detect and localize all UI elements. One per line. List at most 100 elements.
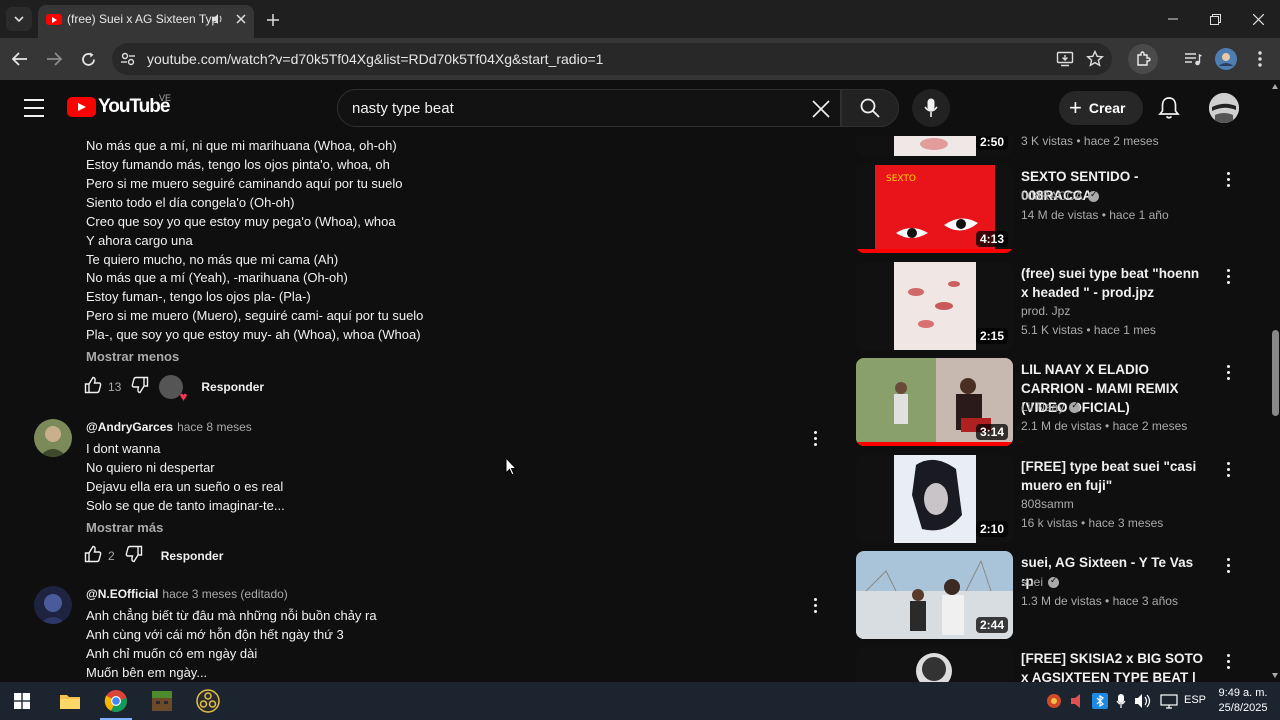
comment-time[interactable]: hace 8 meses	[177, 420, 252, 434]
comment-menu-icon[interactable]	[806, 594, 824, 616]
dislike-icon[interactable]	[125, 545, 143, 568]
app-tray-icon[interactable]	[1046, 693, 1062, 714]
microphone-tray-icon[interactable]	[1116, 693, 1126, 714]
video-thumbnail[interactable]	[856, 647, 1013, 682]
clear-search-icon[interactable]	[808, 96, 834, 122]
comments-section: No más que a mí, ni que mi marihuana (Wh…	[0, 136, 840, 682]
reply-button[interactable]: Responder	[201, 380, 264, 394]
search-input[interactable]: nasty type beat	[337, 89, 841, 127]
video-channel[interactable]: prod. Jpz	[1021, 304, 1070, 318]
network-tray-icon[interactable]	[1160, 693, 1178, 714]
bluetooth-tray-icon[interactable]	[1092, 693, 1108, 714]
video-title[interactable]: [FREE] type beat suei "casi muero en fuj…	[1021, 457, 1206, 495]
recommended-video[interactable]: 3:14 LIL NAAY X ELADIO CARRION - MAMI RE…	[856, 358, 1270, 448]
comment-author[interactable]: @N.EOfficial hace 3 meses (editado)	[86, 587, 288, 601]
scrollbar-thumb[interactable]	[1272, 330, 1279, 416]
profile-avatar[interactable]	[1214, 47, 1238, 71]
reply-button[interactable]: Responder	[161, 549, 224, 563]
voice-search-button[interactable]	[912, 89, 950, 127]
video-title[interactable]: [FREE] SKISIA2 x BIG SOTO x AGSIXTEEN TY…	[1021, 649, 1206, 682]
minimize-button[interactable]	[1151, 0, 1194, 38]
comment-line: Dejavu ella era un sueño o es real	[86, 479, 284, 494]
video-menu-icon[interactable]	[1222, 651, 1234, 671]
page-scrollbar[interactable]	[1270, 80, 1280, 682]
browser-tab-active[interactable]: (free) Suei x AG Sixteen Type Beat	[38, 5, 254, 38]
video-menu-icon[interactable]	[1222, 362, 1234, 382]
video-thumbnail[interactable]: 3:14	[856, 358, 1013, 446]
channel-name[interactable]: Lil Naay	[1021, 400, 1064, 414]
reload-button[interactable]	[76, 47, 100, 71]
speaker-icon[interactable]	[210, 12, 224, 31]
comment-menu-icon[interactable]	[806, 427, 824, 449]
channel-name[interactable]: prod. Jpz	[1021, 304, 1070, 318]
start-button[interactable]	[0, 682, 44, 720]
like-count: 13	[108, 380, 122, 394]
verified-badge-icon	[1088, 189, 1100, 202]
recommended-video[interactable]: 2:10 [FREE] type beat suei "casi muero e…	[856, 455, 1270, 545]
like-icon[interactable]	[84, 376, 102, 399]
volume-tray-icon[interactable]	[1134, 693, 1152, 714]
like-icon[interactable]	[84, 545, 102, 568]
avatar[interactable]	[34, 419, 72, 457]
back-button[interactable]	[8, 47, 32, 71]
show-more-link[interactable]: Mostrar más	[86, 520, 163, 535]
video-channel[interactable]: suei	[1021, 575, 1060, 589]
avatar[interactable]	[34, 586, 72, 624]
menu-icon[interactable]	[22, 96, 46, 120]
bookmark-star-icon[interactable]	[1086, 49, 1104, 73]
video-title[interactable]: (free) suei type beat "hoenn x headed " …	[1021, 264, 1206, 302]
video-thumbnail[interactable]: 2:10	[856, 455, 1013, 543]
install-app-icon[interactable]	[1056, 50, 1074, 73]
comment-time[interactable]: hace 3 meses (editado)	[162, 587, 287, 601]
channel-name[interactable]: 008RACCA	[1021, 189, 1083, 203]
audio-tray-icon[interactable]	[1070, 693, 1084, 714]
chrome-taskbar-button[interactable]	[94, 682, 138, 720]
video-channel[interactable]: 008RACCA	[1021, 189, 1100, 203]
recommended-video[interactable]: 2:50 3 K vistas • hace 2 meses	[856, 136, 1270, 158]
notifications-bell-icon[interactable]	[1158, 96, 1180, 125]
site-settings-icon[interactable]	[120, 51, 136, 72]
channel-name[interactable]: suei	[1021, 575, 1043, 589]
browser-menu-button[interactable]	[1248, 47, 1272, 71]
new-tab-button[interactable]	[262, 9, 284, 31]
extensions-button[interactable]	[1128, 44, 1158, 74]
video-menu-icon[interactable]	[1222, 555, 1234, 575]
search-button[interactable]	[841, 89, 899, 127]
system-clock[interactable]: 9:49 a. m. 25/8/2025	[1212, 686, 1274, 716]
video-thumbnail[interactable]: 2:15	[856, 262, 1013, 350]
video-thumbnail[interactable]: 2:44	[856, 551, 1013, 639]
youtube-logo[interactable]: YouTube VE	[67, 93, 171, 118]
recommended-video[interactable]: 2:44 suei, AG Sixteen - Y Te Vas :p suei…	[856, 551, 1270, 641]
video-menu-icon[interactable]	[1222, 266, 1234, 286]
tab-close-icon[interactable]	[232, 10, 250, 28]
video-channel[interactable]: 808samm	[1021, 497, 1074, 511]
input-language[interactable]: ESP	[1184, 694, 1206, 706]
video-menu-icon[interactable]	[1222, 459, 1234, 479]
recommended-video[interactable]: 2:15 (free) suei type beat "hoenn x head…	[856, 262, 1270, 352]
scroll-up-icon[interactable]	[1272, 84, 1278, 89]
media-control-button[interactable]	[1181, 47, 1205, 71]
minecraft-taskbar-button[interactable]	[140, 682, 184, 720]
file-explorer-button[interactable]	[48, 682, 92, 720]
video-thumbnail[interactable]: SEXTO 4:13	[856, 165, 1013, 253]
close-window-button[interactable]	[1237, 0, 1280, 38]
restore-button[interactable]	[1194, 0, 1237, 38]
forward-button[interactable]	[42, 47, 66, 71]
user-avatar[interactable]	[1209, 93, 1239, 123]
comment-author[interactable]: @AndryGarces hace 8 meses	[86, 420, 252, 434]
author-name[interactable]: @N.EOfficial	[86, 587, 158, 601]
obs-taskbar-button[interactable]	[186, 682, 230, 720]
recommended-video[interactable]: [FREE] SKISIA2 x BIG SOTO x AGSIXTEEN TY…	[856, 647, 1270, 682]
scroll-down-icon[interactable]	[1272, 673, 1278, 678]
address-bar[interactable]: youtube.com/watch?v=d70k5Tf04Xg&list=RDd…	[112, 43, 1112, 75]
channel-name[interactable]: 808samm	[1021, 497, 1074, 511]
author-name[interactable]: @AndryGarces	[86, 420, 173, 434]
video-thumbnail[interactable]: 2:50	[856, 136, 1013, 156]
tab-search-button[interactable]	[6, 7, 32, 31]
create-button[interactable]: + Crear	[1059, 91, 1143, 125]
dislike-icon[interactable]	[131, 376, 149, 399]
video-channel[interactable]: Lil Naay	[1021, 400, 1081, 414]
video-menu-icon[interactable]	[1222, 169, 1234, 189]
show-less-link[interactable]: Mostrar menos	[86, 349, 179, 364]
recommended-video[interactable]: SEXTO 4:13 SEXTO SENTIDO - 008RACCA 008R…	[856, 165, 1270, 255]
